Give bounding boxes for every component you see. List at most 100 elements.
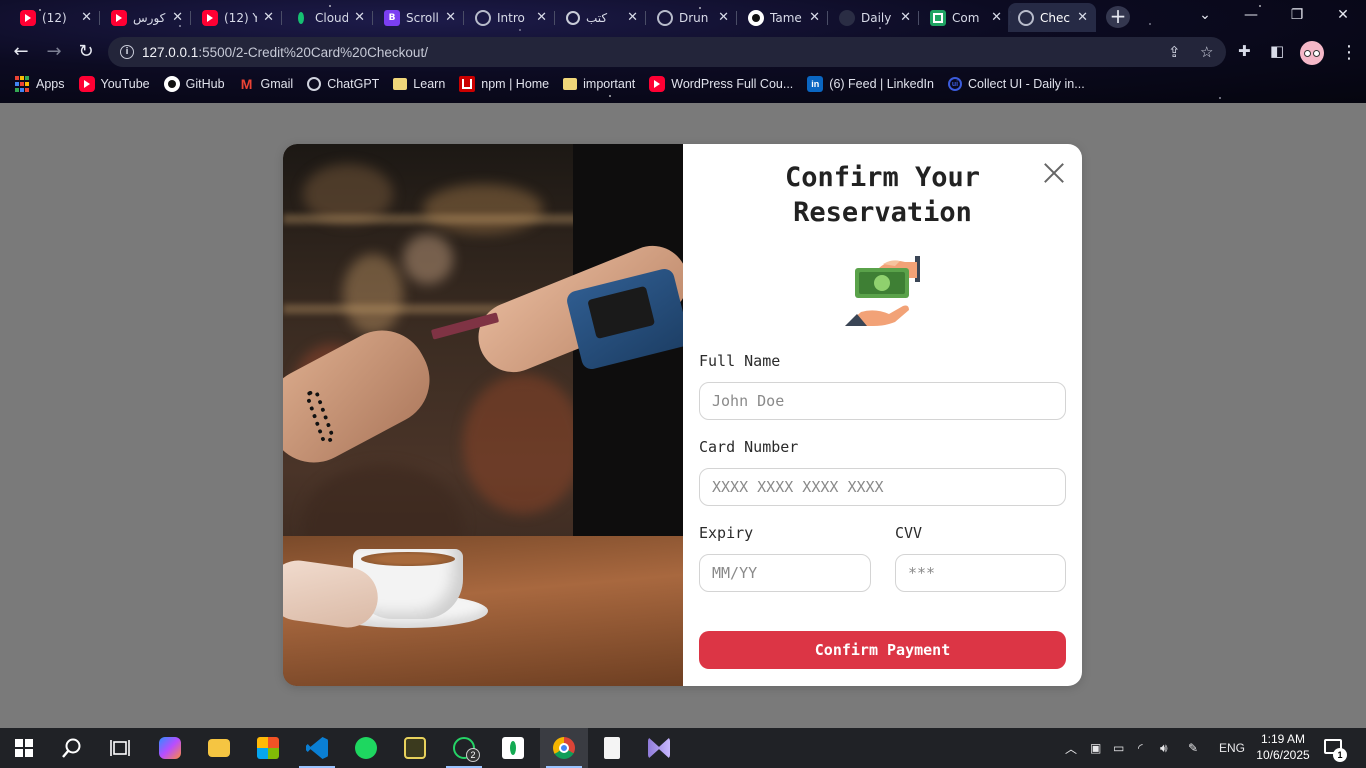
calculator-app[interactable] (391, 728, 439, 768)
bookmark-item[interactable]: YouTube (78, 76, 150, 92)
search-button[interactable] (48, 728, 96, 768)
bookmark-label: Learn (413, 77, 446, 91)
browser-tab[interactable]: (12) ✕ (10, 3, 100, 32)
bookmark-item[interactable]: important (563, 77, 635, 91)
forward-button[interactable]: → (41, 40, 67, 64)
bookmark-item[interactable]: Learn (393, 77, 445, 91)
address-bar[interactable]: i 127.0.0.1:5500/2-Credit%20Card%20Check… (108, 37, 1226, 67)
tab-search-button[interactable]: ⌄ (1182, 4, 1228, 26)
browser-tab[interactable]: Intro ✕ (465, 3, 555, 32)
bookmark-item[interactable]: ui Collect UI - Daily in... (947, 77, 1085, 91)
back-button[interactable]: ← (8, 40, 34, 64)
youtube-icon (111, 9, 127, 26)
windows-taskbar: 2 ︿ ▣ ▭ ◜ 🔊︎ ✎ ENG 1:19 AM 10/6/2025 1 (0, 728, 1366, 768)
bookmark-item[interactable]: Apps (14, 76, 65, 92)
bookmark-item[interactable]: in (6) Feed | LinkedIn (807, 76, 934, 92)
browser-tab[interactable]: Cloud ✕ (283, 3, 373, 32)
npm-icon (459, 76, 476, 92)
bookmark-item[interactable]: npm | Home (459, 76, 549, 92)
chrome-app[interactable] (540, 728, 588, 768)
copilot-app[interactable] (146, 728, 194, 768)
pen-icon[interactable]: ✎ (1188, 728, 1198, 768)
system-clock[interactable]: 1:19 AM 10/6/2025 (1255, 731, 1311, 763)
side-panel-icon[interactable]: ◧ (1270, 42, 1284, 60)
tab-title: Tame (770, 10, 802, 25)
browser-tab[interactable]: Chec ✕ (1008, 3, 1096, 32)
browser-tab[interactable]: Com ✕ (920, 3, 1010, 32)
store-app[interactable] (244, 728, 292, 768)
calc-icon (404, 737, 426, 759)
gmail-icon: M (240, 76, 253, 92)
show-hidden-icons[interactable]: ︿ (1065, 728, 1077, 768)
whatsapp-app[interactable]: 2 (440, 728, 488, 768)
notepad-app[interactable] (588, 728, 636, 768)
full-name-label: Full Name (699, 352, 781, 370)
globe-icon (475, 9, 491, 26)
tab-close-icon[interactable]: ✕ (809, 10, 820, 25)
snip-app[interactable] (637, 728, 681, 768)
restore-button[interactable]: ❐ (1274, 4, 1320, 26)
bookmark-label: GitHub (185, 77, 225, 91)
bookmark-item[interactable]: ChatGPT (307, 77, 379, 91)
browser-tab[interactable]: Tame ✕ (738, 3, 828, 32)
clock-time: 1:19 AM (1260, 732, 1306, 746)
notifications-badge: 1 (1333, 748, 1347, 762)
tab-close-icon[interactable]: ✕ (900, 10, 911, 25)
browser-tab[interactable]: (12) Y ✕ (192, 3, 282, 32)
mongodb-app[interactable] (489, 728, 537, 768)
bookmark-item[interactable]: WordPress Full Cou... (649, 76, 793, 92)
vscode-icon (306, 737, 328, 759)
spotify-app[interactable] (342, 728, 390, 768)
site-info-icon[interactable]: i (120, 45, 134, 59)
tab-close-icon[interactable]: ✕ (536, 10, 547, 25)
card-number-label: Card Number (699, 438, 799, 456)
bookmark-item[interactable]: M Gmail (239, 76, 294, 92)
browser-tab[interactable]: كورس ✕ (101, 3, 191, 32)
task-view-button[interactable] (96, 728, 144, 768)
start-button[interactable] (0, 728, 48, 768)
cvv-input[interactable] (895, 554, 1066, 592)
battery-icon[interactable]: ▭ (1113, 728, 1124, 768)
share-icon[interactable]: ⇪ (1168, 43, 1181, 61)
extensions-icon[interactable]: ✚ (1238, 42, 1251, 60)
tab-close-icon[interactable]: ✕ (354, 10, 365, 25)
daily-icon (839, 9, 855, 26)
tab-close-icon[interactable]: ✕ (1077, 10, 1088, 25)
file-explorer-app[interactable] (195, 728, 243, 768)
expiry-input[interactable] (699, 554, 871, 592)
browser-tab[interactable]: Drun ✕ (647, 3, 737, 32)
bookmark-item[interactable]: GitHub (163, 76, 225, 92)
meet-now-icon[interactable]: ▣ (1090, 728, 1101, 768)
reload-button[interactable]: ↻ (73, 40, 99, 64)
confirm-payment-button[interactable]: Confirm Payment (699, 631, 1066, 669)
tab-close-icon[interactable]: ✕ (445, 10, 456, 25)
bookmark-star-icon[interactable]: ☆ (1200, 43, 1213, 61)
tab-close-icon[interactable]: ✕ (263, 10, 274, 25)
vscode-app[interactable] (293, 728, 341, 768)
minimize-button[interactable]: — (1228, 4, 1274, 26)
tab-strip: (12) ✕ كورس ✕ (12) Y ✕ Cloud ✕ B Scroll ✕ Intro ✕ كتب… (0, 0, 1366, 34)
browser-tab[interactable]: Daily ✕ (829, 3, 919, 32)
close-window-button[interactable]: ✕ (1320, 4, 1366, 26)
bookmark-label: YouTube (100, 77, 150, 91)
tab-close-icon[interactable]: ✕ (81, 10, 92, 25)
full-name-input[interactable] (699, 382, 1066, 420)
chrome-icon (553, 737, 575, 759)
browser-tab[interactable]: كتب ✕ (556, 3, 646, 32)
profile-avatar[interactable] (1300, 41, 1324, 65)
clock-date: 10/6/2025 (1256, 748, 1310, 762)
volume-icon[interactable]: 🔊︎ (1160, 728, 1168, 768)
browser-menu-icon[interactable]: ⋮ (1340, 40, 1358, 66)
globe-icon (657, 9, 673, 26)
tab-close-icon[interactable]: ✕ (627, 10, 638, 25)
new-tab-button[interactable]: + (1106, 6, 1130, 28)
tab-close-icon[interactable]: ✕ (991, 10, 1002, 25)
language-indicator[interactable]: ENG (1219, 728, 1245, 768)
tab-close-icon[interactable]: ✕ (172, 10, 183, 25)
browser-tab[interactable]: B Scroll ✕ (374, 3, 464, 32)
cash-payment-icon (845, 256, 920, 326)
tab-title: Intro (497, 10, 525, 25)
tab-close-icon[interactable]: ✕ (718, 10, 729, 25)
card-number-input[interactable] (699, 468, 1066, 506)
wifi-icon[interactable]: ◜ (1138, 728, 1143, 768)
